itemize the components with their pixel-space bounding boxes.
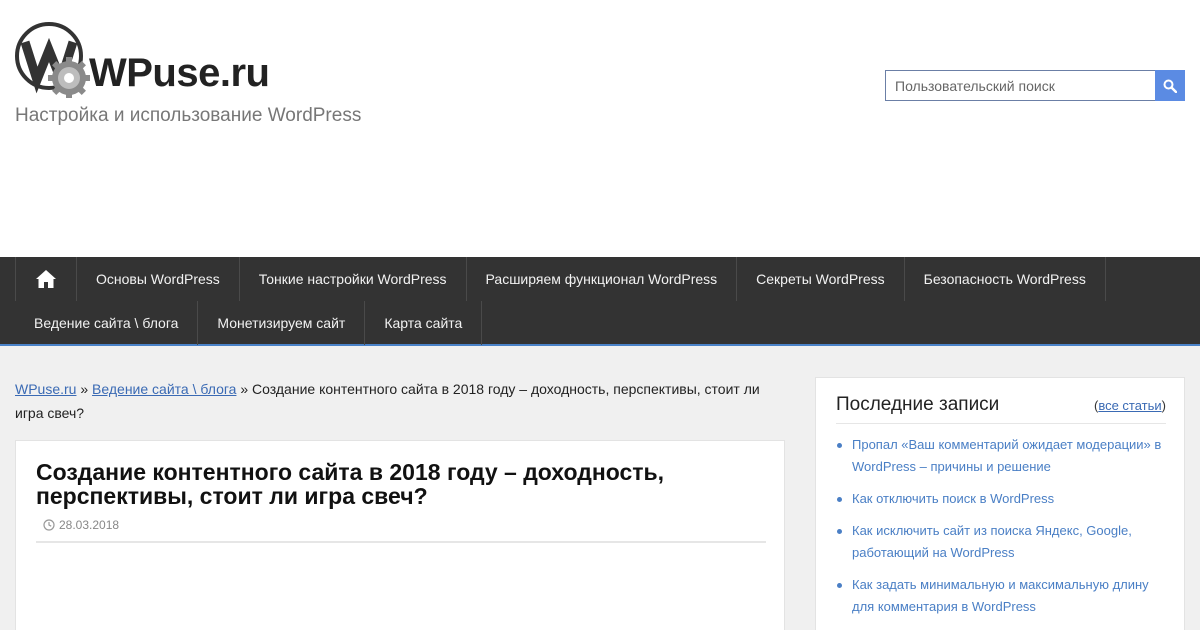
breadcrumb-separator: » xyxy=(240,381,249,397)
site-logo[interactable]: WPuse.ru xyxy=(15,22,285,98)
nav-item-osnovy[interactable]: Основы WordPress xyxy=(77,257,240,301)
nav-item-monetizaciya[interactable]: Монетизируем сайт xyxy=(198,301,366,345)
nav-item-tonkie-nastroiki[interactable]: Тонкие настройки WordPress xyxy=(240,257,467,301)
breadcrumb: WPuse.ru » Ведение сайта \ блога » Созда… xyxy=(15,377,785,425)
article-divider xyxy=(36,541,766,543)
all-articles: (все статьи) xyxy=(1094,398,1166,413)
home-icon xyxy=(36,270,56,288)
recent-post-link[interactable]: Как исключить сайт из поиска Яндекс, Goo… xyxy=(836,520,1166,564)
clock-icon xyxy=(43,519,55,531)
article-date: 28.03.2018 xyxy=(59,518,120,532)
recent-post-link[interactable]: Как задать минимальную и максимальную дл… xyxy=(836,574,1166,618)
site-name[interactable]: WPuse.ru xyxy=(89,50,270,96)
paren-close: ) xyxy=(1161,398,1166,413)
nav-row-1: Основы WordPress Тонкие настройки WordPr… xyxy=(15,257,1106,301)
nav-row-2: Ведение сайта \ блога Монетизируем сайт … xyxy=(15,301,483,345)
main-navigation: Основы WordPress Тонкие настройки WordPr… xyxy=(0,257,1200,346)
search-input[interactable] xyxy=(885,70,1155,101)
site-tagline: Настройка и использование WordPress xyxy=(15,105,362,126)
nav-item-bezopasnost[interactable]: Безопасность WordPress xyxy=(905,257,1106,301)
content-area: WPuse.ru » Ведение сайта \ блога » Созда… xyxy=(0,346,1200,630)
recent-posts-list: Пропал «Ваш комментарий ожидает модераци… xyxy=(836,434,1166,628)
recent-post-link[interactable]: Как отключить поиск в WordPress xyxy=(836,488,1166,510)
nav-item-rasshiryaem-funkcional[interactable]: Расширяем функционал WordPress xyxy=(467,257,738,301)
search-form xyxy=(885,70,1185,101)
article-card: Создание контентного сайта в 2018 году –… xyxy=(15,440,785,630)
nav-home[interactable] xyxy=(15,257,77,301)
recent-post-link[interactable]: Пропал «Ваш комментарий ожидает модераци… xyxy=(836,434,1166,478)
all-articles-link[interactable]: все статьи xyxy=(1098,398,1161,413)
search-button[interactable] xyxy=(1155,70,1185,101)
nav-item-vedenie-saita[interactable]: Ведение сайта \ блога xyxy=(15,301,199,345)
widget-title: Последние записи xyxy=(836,394,1000,415)
search-icon xyxy=(1163,79,1177,93)
sidebar-recent-posts-widget: Последние записи (все статьи) Пропал «Ва… xyxy=(815,377,1185,630)
article-title: Создание контентного сайта в 2018 году –… xyxy=(36,459,665,509)
nav-item-karta-saita[interactable]: Карта сайта xyxy=(365,301,483,345)
breadcrumb-home-link[interactable]: WPuse.ru xyxy=(15,381,76,397)
article-meta: 28.03.2018 xyxy=(43,518,119,532)
breadcrumb-category-link[interactable]: Ведение сайта \ блога xyxy=(92,381,236,397)
widget-header: Последние записи (все статьи) xyxy=(836,392,1166,424)
breadcrumb-separator: » xyxy=(80,381,89,397)
nav-item-sekrety[interactable]: Секреты WordPress xyxy=(737,257,905,301)
site-header: WPuse.ru Настройка и использование WordP… xyxy=(0,0,1200,257)
